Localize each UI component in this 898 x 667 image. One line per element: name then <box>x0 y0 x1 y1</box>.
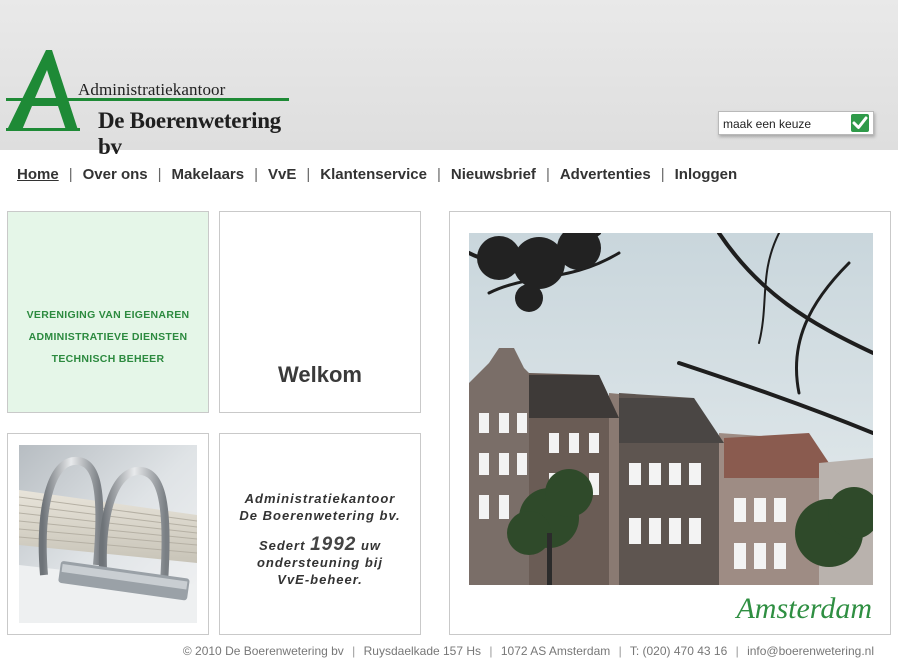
footer-postcode: 1072 AS Amsterdam <box>500 644 611 658</box>
nav-makelaars[interactable]: Makelaars <box>172 166 245 183</box>
nav-separator: | <box>157 165 162 183</box>
choice-select[interactable]: maak een keuze <box>718 111 874 135</box>
nav-separator: | <box>545 165 550 183</box>
service-vve[interactable]: VERENIGING VAN EIGENAREN <box>8 304 208 326</box>
main-nav: Home | Over ons | Makelaars | VvE | Klan… <box>17 163 737 185</box>
nav-separator: | <box>437 165 441 183</box>
footer-copyright: © 2010 De Boerenwetering bv <box>182 644 344 658</box>
services-panel[interactable]: VERENIGING VAN EIGENAREN ADMINISTRATIEVE… <box>7 211 209 413</box>
nav-advertenties[interactable]: Advertenties <box>560 166 651 183</box>
about-line4: ondersteuning bij <box>256 555 384 570</box>
about-line3: Sedert 1992 uw <box>258 534 382 555</box>
about-line1: Administratiekantoor <box>244 491 396 506</box>
service-technisch[interactable]: TECHNISCH BEHEER <box>8 348 208 370</box>
welcome-panel: Welkom <box>219 211 421 413</box>
about-line2: De Boerenwetering bv. <box>239 508 401 523</box>
photo-caption: Amsterdam <box>736 592 872 625</box>
nav-klantenservice[interactable]: Klantenservice <box>320 166 427 183</box>
nav-separator: | <box>306 165 311 183</box>
about-year: 1992 <box>310 534 357 555</box>
nav-vve[interactable]: VvE <box>268 166 296 183</box>
choice-select-value: maak een keuze <box>723 117 812 131</box>
logo[interactable]: Administratiekantoor De Boerenwetering b… <box>6 46 296 159</box>
binder-panel <box>7 433 209 635</box>
checkmark-icon[interactable] <box>851 114 869 132</box>
about-line5: VvE-beheer. <box>277 572 363 587</box>
footer-phone: T: (020) 470 43 16 <box>629 644 728 658</box>
footer: © 2010 De Boerenwetering bv | Ruysdaelka… <box>182 644 874 658</box>
welcome-title: Welkom <box>278 362 362 387</box>
nav-separator: | <box>68 165 73 183</box>
logo-line1: Administratiekantoor <box>78 80 226 99</box>
nav-separator: | <box>660 165 665 183</box>
nav-inloggen[interactable]: Inloggen <box>675 166 738 183</box>
nav-home[interactable]: Home <box>17 166 59 183</box>
logo-line2: De Boerenwetering bv <box>98 108 281 159</box>
binder-image <box>19 445 197 623</box>
footer-email-link[interactable]: info@boerenwetering.nl <box>747 644 874 658</box>
photo-panel: Amsterdam <box>449 211 891 635</box>
nav-nieuwsbrief[interactable]: Nieuwsbrief <box>451 166 536 183</box>
footer-address: Ruysdaelkade 157 Hs <box>363 644 482 658</box>
service-administratie[interactable]: ADMINISTRATIEVE DIENSTEN <box>8 326 208 348</box>
amsterdam-photo <box>469 233 873 585</box>
nav-over-ons[interactable]: Over ons <box>83 166 148 183</box>
nav-separator: | <box>254 165 258 183</box>
header: Administratiekantoor De Boerenwetering b… <box>0 0 898 159</box>
about-panel: Administratiekantoor De Boerenwetering b… <box>219 433 421 635</box>
